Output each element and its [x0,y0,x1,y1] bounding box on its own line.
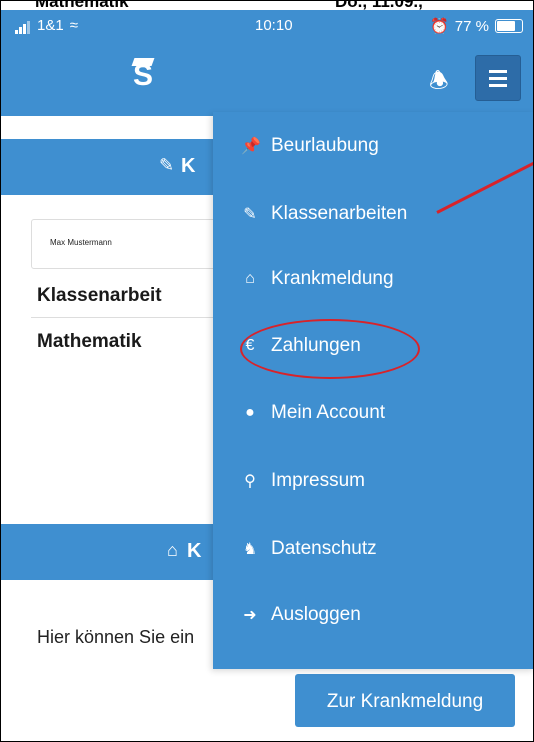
menu-toggle-button[interactable] [475,55,521,101]
menu-item-krankmeldung[interactable]: ⌂ Krankmeldung [241,262,394,296]
previous-row-date: Do., 11.09., [335,1,423,10]
menu-item-impressum[interactable]: ⚲ Impressum [241,464,365,498]
menu-item-ausloggen[interactable]: ➜ Ausloggen [241,598,361,632]
menu-item-beurlaubung[interactable]: 📌 Beurlaubung [241,129,379,163]
carrier-label: 1&1 [37,17,64,34]
menu-item-label: Mein Account [271,402,386,423]
menu-item-label: Impressum [271,470,365,491]
menu-item-datenschutz[interactable]: ♞ Datenschutz [241,532,377,566]
menu-item-klassenarbeiten[interactable]: ✎ Klassenarbeiten [241,197,407,231]
signal-icon [15,17,31,34]
section-title: K [187,540,202,562]
user-secret-icon: ♞ [242,541,258,558]
status-bar: 1&1 ≈ 10:10 ⏰ 77 % [1,10,533,40]
menu-item-mein-account[interactable]: ● Mein Account [241,396,385,430]
pin-icon: 📌 [241,138,261,155]
app-logo-icon[interactable]: S [123,56,163,96]
edit-icon: ✎ [243,206,257,223]
menu-item-label: Beurlaubung [271,135,379,156]
section-title: K [181,155,196,177]
info-text: Hier können Sie ein [37,627,195,647]
previous-row-fragment: Mathematik Do., 11.09., [1,1,533,10]
battery-percent: 77 % [454,17,489,35]
wifi-icon: ≈ [69,17,78,34]
previous-row-subject: Mathematik [35,1,129,10]
home-icon: ⌂ [167,540,178,560]
app-header: S 🕭 [1,40,533,116]
edit-icon: ✎ [159,155,175,175]
menu-item-label: Krankmeldung [271,268,394,289]
menu-item-label: Datenschutz [271,538,377,559]
user-icon: ● [245,404,255,421]
home-icon: ⌂ [245,270,255,287]
alarm-icon: ⏰ [430,18,449,35]
sign-out-icon: ➜ [243,607,257,624]
type-label: Klassenarbeit [37,285,162,306]
student-name: Max Mustermann [50,238,112,247]
bell-icon[interactable]: 🕭 [429,64,449,102]
krankmeldung-button[interactable]: Zur Krankmeldung [295,674,515,727]
screenshot-frame: Mathematik Do., 11.09., 1&1 ≈ 10:10 ⏰ 77… [0,0,534,742]
battery-icon [495,19,523,33]
status-time: 10:10 [255,17,293,34]
navigation-dropdown: 📌 Beurlaubung ✎ Klassenarbeiten ⌂ Krankm… [213,112,533,669]
map-marker-icon: ⚲ [244,473,256,490]
subject-label: Mathematik [37,331,142,352]
menu-item-label: Klassenarbeiten [271,203,408,224]
annotation-circle [240,319,420,379]
menu-item-label: Ausloggen [271,604,361,625]
